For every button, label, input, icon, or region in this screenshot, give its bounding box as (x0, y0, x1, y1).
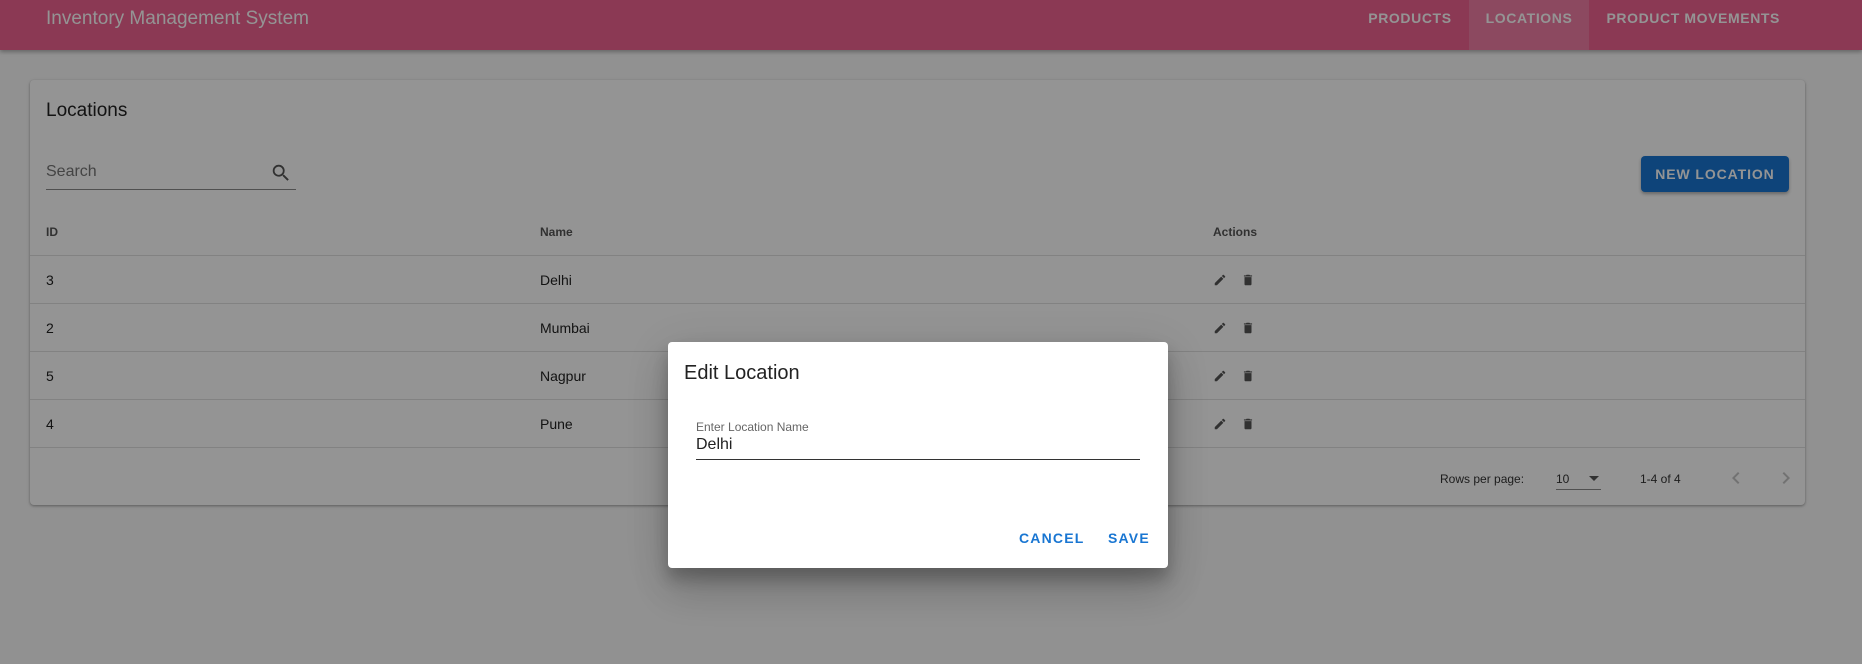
location-name-field: Enter Location Name (696, 420, 1140, 460)
save-button[interactable]: SAVE (1108, 530, 1150, 546)
location-name-input[interactable] (696, 436, 1136, 454)
edit-location-dialog: Edit Location Enter Location Name CANCEL… (668, 342, 1168, 568)
dialog-title: Edit Location (684, 362, 800, 384)
location-name-label: Enter Location Name (696, 420, 809, 434)
cancel-button[interactable]: CANCEL (1019, 530, 1085, 546)
